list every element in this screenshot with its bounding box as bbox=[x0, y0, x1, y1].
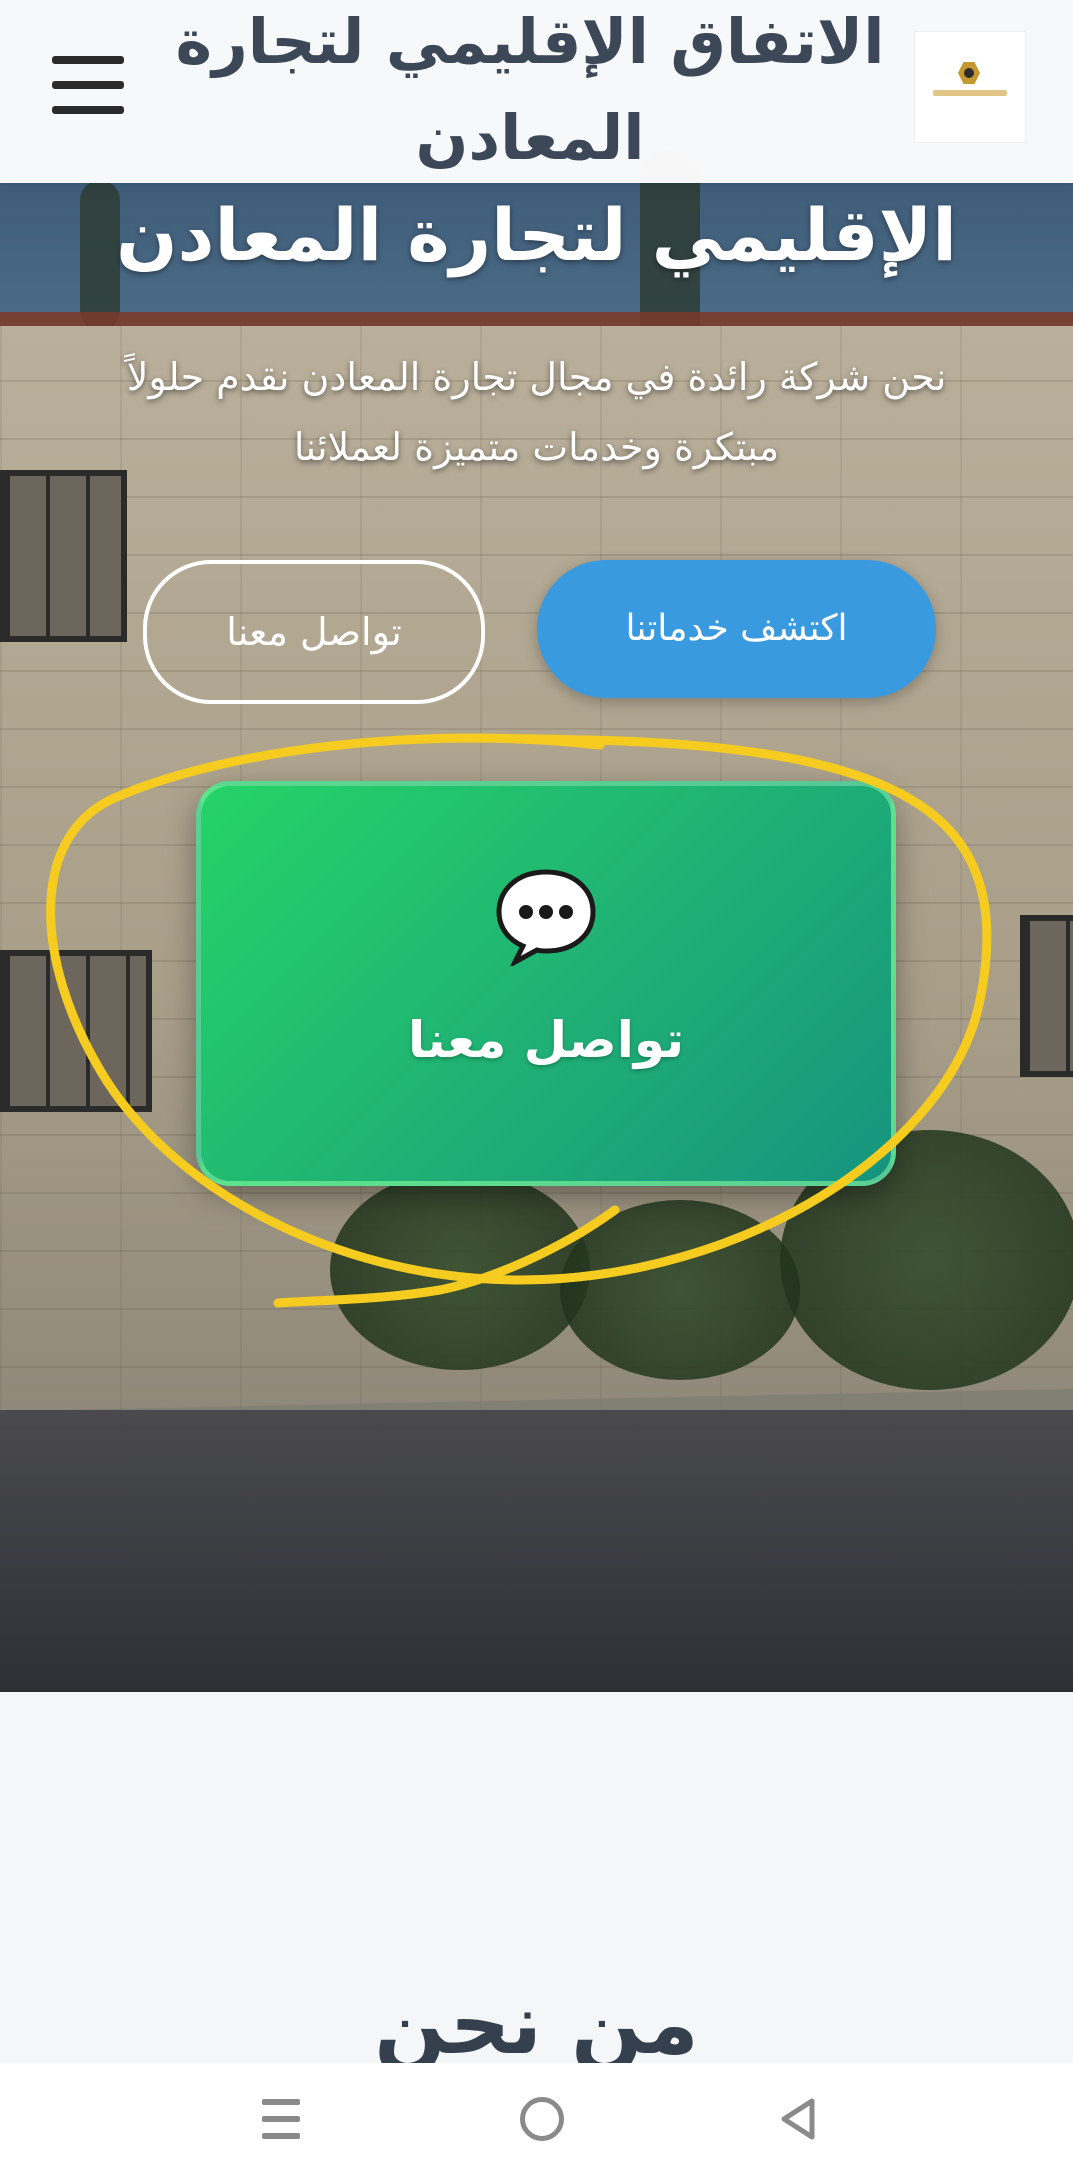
logo-wordmark bbox=[933, 90, 1007, 96]
hero-title: الإقليمي لتجارة المعادن bbox=[116, 193, 957, 277]
contact-card[interactable]: تواصل معنا bbox=[196, 781, 896, 1186]
explore-services-button[interactable]: اكتشف خدماتنا bbox=[537, 560, 936, 698]
about-section-title: من نحن bbox=[374, 1975, 699, 2073]
site-header: الاتفاق الإقليمي لتجارة المعادن bbox=[0, 0, 1073, 183]
contact-us-button[interactable]: تواصل معنا bbox=[143, 560, 485, 704]
street bbox=[0, 1410, 1073, 1692]
building-window bbox=[0, 950, 152, 1112]
site-name[interactable]: الاتفاق الإقليمي لتجارة المعادن bbox=[170, 0, 890, 186]
recent-apps-icon[interactable] bbox=[262, 2099, 300, 2139]
plant bbox=[330, 1170, 590, 1370]
logo-hexagon-center bbox=[964, 68, 974, 78]
hero-subtitle: نحن شركة رائدة في مجال تجارة المعادن نقد… bbox=[126, 355, 947, 469]
home-icon[interactable] bbox=[520, 2097, 564, 2141]
back-icon[interactable] bbox=[778, 2097, 820, 2141]
company-logo[interactable] bbox=[914, 31, 1026, 143]
plant bbox=[560, 1200, 800, 1380]
building-window bbox=[1020, 915, 1073, 1077]
building-window bbox=[0, 470, 127, 642]
building-roof bbox=[0, 312, 1073, 326]
contact-card-label: تواصل معنا bbox=[408, 1011, 684, 1069]
speech-bubble-icon bbox=[496, 869, 596, 966]
system-navigation-bar bbox=[0, 2063, 1073, 2173]
hamburger-menu-icon[interactable] bbox=[52, 56, 124, 120]
hero-section: الإقليمي لتجارة المعادن نحن شركة رائدة ف… bbox=[0, 0, 1073, 1692]
